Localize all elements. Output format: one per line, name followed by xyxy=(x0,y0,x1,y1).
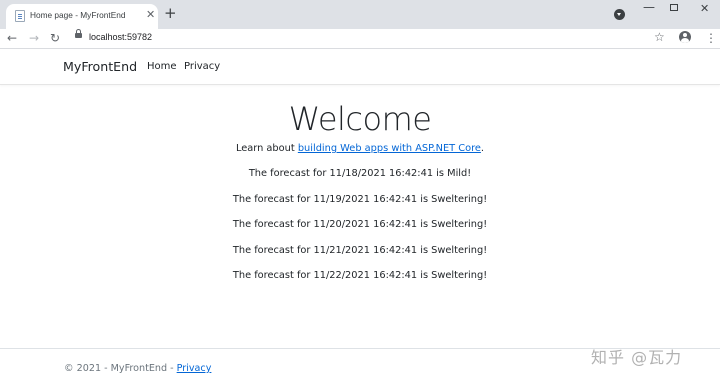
browser-tabstrip: Home page - MyFrontEnd ✕ + — ✕ xyxy=(0,0,720,29)
back-arrow-icon[interactable]: ← xyxy=(7,31,17,45)
footer-privacy-link[interactable]: Privacy xyxy=(177,363,212,374)
nav-link-privacy[interactable]: Privacy xyxy=(184,61,220,72)
tab-search-icon[interactable] xyxy=(614,9,625,20)
site-navbar: MyFrontEnd Home Privacy xyxy=(0,49,720,85)
page-favicon-icon xyxy=(15,10,25,22)
page-title: Welcome xyxy=(288,100,432,138)
copyright-text: © 2021 - MyFrontEnd - xyxy=(64,363,177,374)
menu-icon[interactable]: ⋮ xyxy=(705,31,717,45)
browser-tab[interactable]: Home page - MyFrontEnd ✕ xyxy=(6,4,158,29)
watermark-text: 知乎 @瓦力 xyxy=(591,348,683,367)
brand-link[interactable]: MyFrontEnd xyxy=(63,59,137,74)
forecast-item: The forecast for 11/20/2021 16:42:41 is … xyxy=(232,219,488,230)
new-tab-button[interactable]: + xyxy=(164,5,177,21)
forecast-item: The forecast for 11/21/2021 16:42:41 is … xyxy=(232,244,488,256)
address-bar[interactable]: localhost:59782 xyxy=(89,32,152,42)
star-icon[interactable]: ☆ xyxy=(654,30,665,44)
close-window-icon[interactable]: ✕ xyxy=(700,3,709,15)
minimize-icon[interactable]: — xyxy=(643,1,655,13)
aspnet-core-link[interactable]: building Web apps with ASP.NET Core xyxy=(298,143,481,154)
tab-title: Home page - MyFrontEnd xyxy=(30,10,126,20)
learn-prefix: Learn about xyxy=(235,143,298,154)
forecast-list: The forecast for 11/18/2021 16:42:41 is … xyxy=(0,167,720,295)
forecast-item: The forecast for 11/22/2021 16:42:41 is … xyxy=(232,270,488,281)
close-tab-icon[interactable]: ✕ xyxy=(146,9,155,21)
reload-icon[interactable]: ↻ xyxy=(50,31,60,45)
forecast-item: The forecast for 11/19/2021 16:42:41 is … xyxy=(232,193,488,205)
account-icon[interactable] xyxy=(679,31,691,43)
nav-link-home[interactable]: Home xyxy=(147,61,177,72)
learn-paragraph: Learn about building Web apps with ASP.N… xyxy=(0,143,720,154)
maximize-icon[interactable] xyxy=(670,4,678,11)
browser-toolbar: ← → ↻ localhost:59782 ☆ ⋮ xyxy=(0,29,720,49)
footer-text: © 2021 - MyFrontEnd - Privacy xyxy=(64,363,211,374)
learn-suffix: . xyxy=(480,143,485,154)
forecast-item: The forecast for 11/18/2021 16:42:41 is … xyxy=(248,168,472,179)
lock-icon[interactable] xyxy=(75,29,82,38)
forward-arrow-icon[interactable]: → xyxy=(29,31,39,45)
